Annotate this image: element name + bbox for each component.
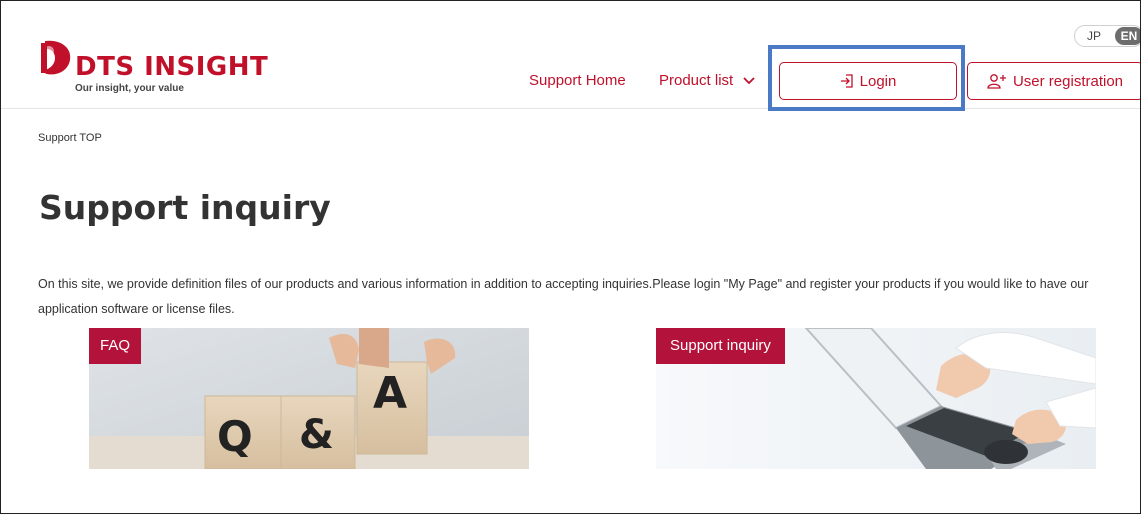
user-registration-button[interactable]: User registration <box>967 62 1140 100</box>
language-jp[interactable]: JP <box>1087 29 1101 43</box>
site-header: DTS INSIGHT Our insight, your value JP E… <box>1 1 1140 111</box>
nav-support-home[interactable]: Support Home <box>529 72 626 89</box>
logo-text: DTS INSIGHT <box>75 52 269 82</box>
login-button[interactable]: Login <box>779 62 957 100</box>
site-logo[interactable]: DTS INSIGHT Our insight, your value <box>39 39 268 95</box>
browser-viewport: DTS INSIGHT Our insight, your value JP E… <box>0 0 1141 514</box>
nav-product-list-label: Product list <box>659 72 734 89</box>
breadcrumb[interactable]: Support TOP <box>38 132 102 144</box>
login-button-label: Login <box>859 72 897 90</box>
login-icon <box>840 74 853 88</box>
support-inquiry-card-label: Support inquiry <box>656 328 785 364</box>
logo-tagline: Our insight, your value <box>75 83 184 94</box>
faq-card-label: FAQ <box>89 328 141 364</box>
faq-block-amp: & <box>299 412 334 458</box>
nav-product-list[interactable]: Product list <box>659 72 756 89</box>
language-en[interactable]: EN <box>1115 27 1140 45</box>
support-inquiry-card[interactable]: Support inquiry <box>656 328 1096 469</box>
user-registration-label: User registration <box>1012 72 1124 90</box>
faq-block-q: Q <box>217 412 253 461</box>
intro-text: On this site, we provide definition file… <box>38 277 1089 316</box>
add-user-icon <box>987 74 1006 89</box>
faq-block-a: A <box>373 368 408 419</box>
logo-mark-icon <box>41 40 71 75</box>
faq-card[interactable]: Q & A FAQ <box>89 328 529 469</box>
language-switch[interactable]: JP EN <box>1074 25 1140 47</box>
page-title: Support inquiry <box>39 188 331 227</box>
chevron-down-icon <box>743 77 756 85</box>
